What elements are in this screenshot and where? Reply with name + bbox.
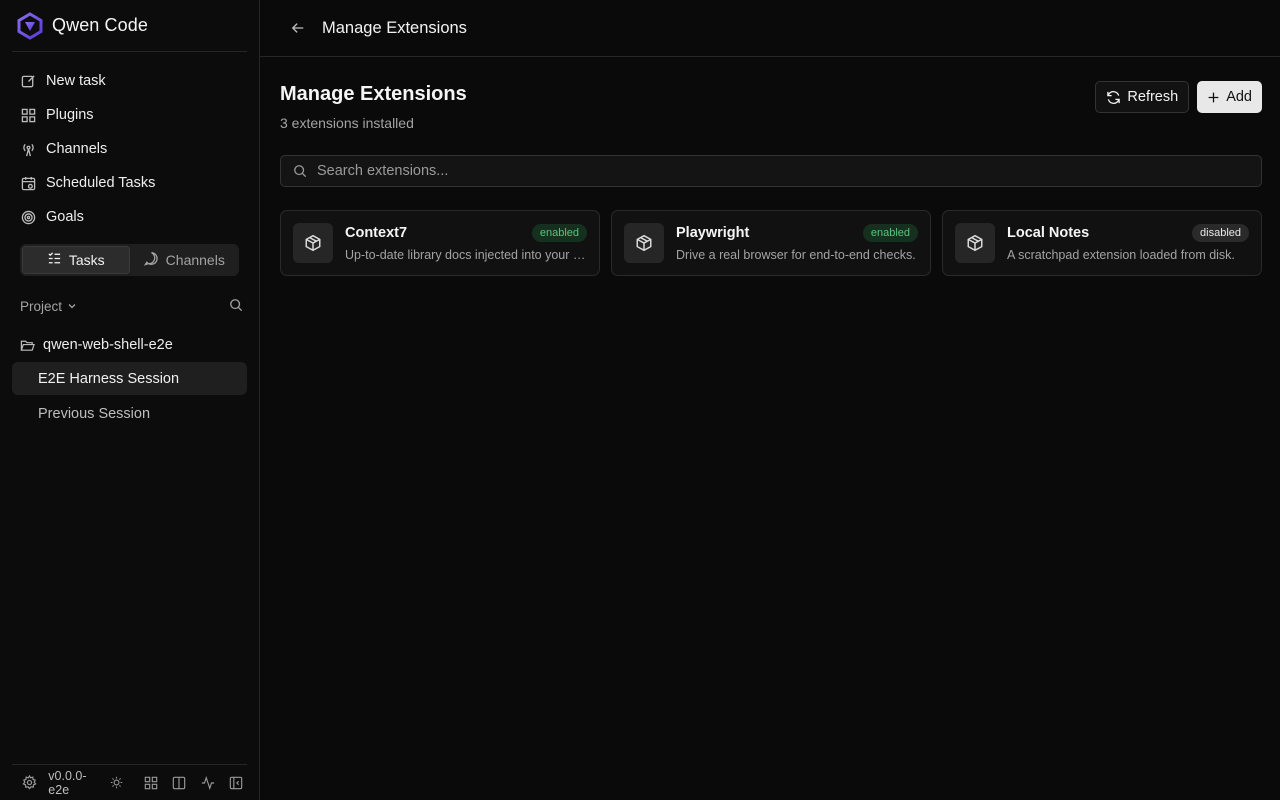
brand-header: Qwen Code [12,0,247,52]
package-icon [624,223,664,263]
back-arrow-icon[interactable] [288,18,308,38]
calendar-clock-icon [20,175,36,191]
status-badge: disabled [1192,224,1249,242]
topbar-title: Manage Extensions [322,18,467,37]
package-icon [293,223,333,263]
status-badge: enabled [531,224,587,242]
package-icon [955,223,995,263]
search-icon[interactable] [229,298,243,315]
sidebar-item-label: Scheduled Tasks [46,175,156,191]
brand-name: Qwen Code [52,15,148,35]
session-item-previous[interactable]: Previous Session [12,397,247,430]
session-item-e2e-harness[interactable]: E2E Harness Session [12,362,247,395]
version-label: v0.0.0-e2e [48,768,87,797]
extension-name: Context7 [345,225,408,241]
search-extensions-input[interactable] [317,163,1261,179]
broadcast-icon [20,141,36,157]
status-badge: enabled [862,224,918,242]
app-window: Qwen Code New task Plugins Channels Sche… [0,0,1280,800]
tab-label: Tasks [68,252,105,268]
project-header: Project [20,294,243,318]
sidebar-item-label: Plugins [46,107,94,123]
refresh-icon [1106,90,1121,105]
sun-icon[interactable] [109,771,124,795]
chat-bubble-icon [143,251,159,269]
refresh-label: Refresh [1127,89,1179,105]
tab-tasks[interactable]: Tasks [22,246,130,274]
page-subtitle: 3 extensions installed [280,115,414,131]
sidebar-item-channels[interactable]: Channels [12,132,247,166]
edit-icon [20,73,36,89]
main-panel: Manage Extensions Manage Extensions 3 ex… [260,0,1280,800]
split-panel-icon[interactable] [168,771,190,795]
grid-icon[interactable] [140,771,162,795]
sidebar-item-plugins[interactable]: Plugins [12,98,247,132]
folder-open-icon [20,338,35,353]
extension-card-local-notes[interactable]: Local Notes disabled A scratchpad extens… [942,210,1262,276]
sidebar-item-label: New task [46,73,106,89]
activity-icon[interactable] [196,771,218,795]
search-bar [280,155,1262,187]
sidebar-nav: New task Plugins Channels Scheduled Task… [0,52,259,234]
tab-channels[interactable]: Channels [132,246,238,274]
project-label: Project [20,298,63,314]
extension-list: Context7 enabled Up-to-date library docs… [280,210,1262,276]
extension-name: Playwright [676,225,750,241]
target-icon [20,209,36,225]
view-toggle: Tasks Channels [20,244,239,276]
extensions-content: Manage Extensions 3 extensions installed… [260,57,1280,276]
plus-icon [1207,91,1220,104]
qwen-logo-icon [16,11,44,40]
gear-icon[interactable] [18,771,40,795]
extension-card-context7[interactable]: Context7 enabled Up-to-date library docs… [280,210,600,276]
sidebar-item-label: Channels [46,141,108,157]
extension-description: Drive a real browser for end-to-end chec… [676,248,916,262]
sidebar-item-scheduled-tasks[interactable]: Scheduled Tasks [12,166,247,200]
session-label: E2E Harness Session [38,370,180,387]
chevron-down-icon [67,299,77,314]
sidebar-footer: v0.0.0-e2e [12,764,247,800]
add-label: Add [1226,89,1252,105]
sidebar-item-new-task[interactable]: New task [12,64,247,98]
folder-name: qwen-web-shell-e2e [43,337,173,353]
sidebar-item-label: Goals [46,209,84,225]
topbar: Manage Extensions [260,0,1280,57]
collapse-sidebar-icon[interactable] [225,771,247,795]
sidebar-item-goals[interactable]: Goals [12,200,247,234]
checklist-icon [47,251,62,269]
page-title: Manage Extensions [280,83,467,105]
header-actions: Refresh Add [1095,81,1262,113]
sidebar: Qwen Code New task Plugins Channels Sche… [0,0,260,800]
project-folder[interactable]: qwen-web-shell-e2e [12,330,247,360]
page-header: Manage Extensions 3 extensions installed… [280,81,1262,131]
extension-name: Local Notes [1007,225,1090,241]
add-extension-button[interactable]: Add [1197,81,1262,113]
extension-description: A scratchpad extension loaded from disk. [1007,248,1235,262]
plugins-icon [20,107,36,123]
extension-card-playwright[interactable]: Playwright enabled Drive a real browser … [611,210,931,276]
project-dropdown[interactable]: Project [20,299,77,314]
extension-description: Up-to-date library docs injected into yo… [345,248,587,262]
tab-label: Channels [165,252,225,268]
session-label: Previous Session [38,405,151,422]
search-icon [293,164,307,178]
refresh-button[interactable]: Refresh [1095,81,1190,113]
